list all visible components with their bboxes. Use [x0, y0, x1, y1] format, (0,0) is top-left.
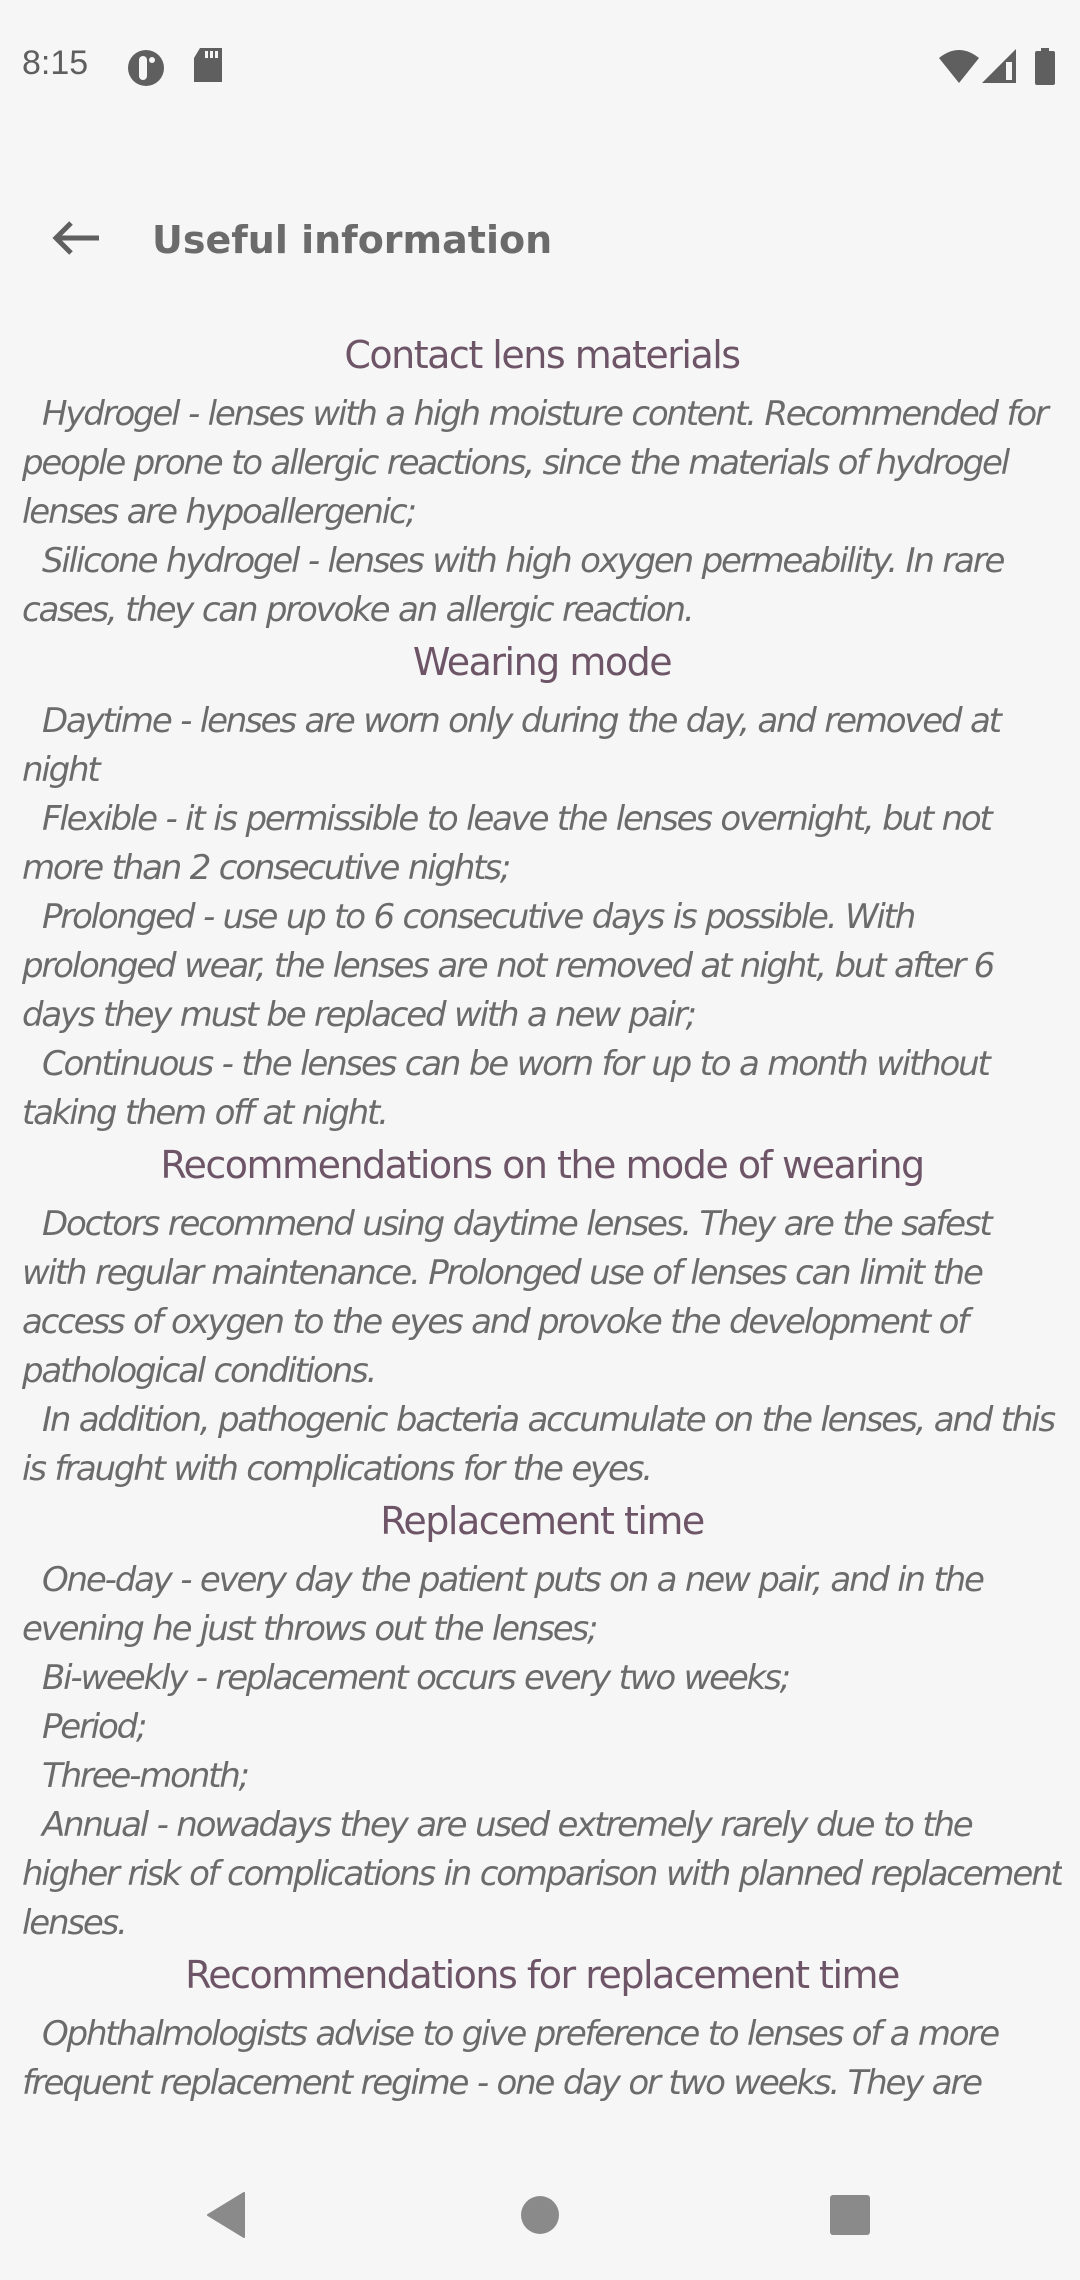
- section-wearing-recommendations: Recommendations on the mode of wearing D…: [22, 1138, 1062, 1494]
- data-saver-icon: [126, 48, 166, 92]
- nav-back-icon: [206, 2192, 246, 2242]
- app-bar: Useful information: [0, 190, 1080, 300]
- nav-home-icon: [520, 2195, 560, 2239]
- section-materials: Contact lens materials Hydrogel - lenses…: [22, 328, 1062, 635]
- paragraph: Continuous - the lenses can be worn for …: [22, 1044, 991, 1133]
- paragraph: Period;: [42, 1707, 147, 1747]
- section-title: Recommendations on the mode of wearing: [160, 1143, 925, 1187]
- section-title: Recommendations for replacement time: [185, 1953, 900, 1997]
- paragraph: Three-month;: [42, 1756, 250, 1796]
- wifi-icon: [938, 48, 980, 88]
- paragraph: Doctors recommend using daytime lenses. …: [22, 1204, 993, 1391]
- status-bar: 8:15: [0, 0, 1080, 135]
- paragraph: One-day - every day the patient puts on …: [22, 1560, 985, 1649]
- status-time: 8:15: [22, 44, 89, 82]
- paragraph: Flexible - it is permissible to leave th…: [22, 799, 993, 888]
- paragraph: Annual - nowadays they are used extremel…: [22, 1805, 1062, 1943]
- nav-home-button[interactable]: [510, 2187, 570, 2247]
- paragraph: In addition, pathogenic bacteria accumul…: [22, 1400, 1056, 1489]
- section-title: Replacement time: [380, 1499, 705, 1543]
- nav-recents-button[interactable]: [820, 2187, 880, 2247]
- cell-signal-icon: [982, 48, 1018, 88]
- section-replacement-time: Replacement time One-day - every day the…: [22, 1494, 1062, 1948]
- sd-card-icon: [192, 48, 224, 88]
- paragraph: Silicone hydrogel - lenses with high oxy…: [22, 541, 1005, 630]
- navigation-bar: [0, 2147, 1080, 2280]
- section-replacement-recommendations: Recommendations for replacement time Oph…: [22, 1948, 1062, 2108]
- section-wearing-mode: Wearing mode Daytime - lenses are worn o…: [22, 635, 1062, 1138]
- arrow-left-icon: [51, 220, 101, 260]
- back-button[interactable]: [36, 210, 116, 270]
- page-title: Useful information: [152, 218, 553, 262]
- paragraph: Prolonged - use up to 6 consecutive days…: [22, 897, 995, 1035]
- section-title: Contact lens materials: [344, 333, 741, 377]
- paragraph: Daytime - lenses are worn only during th…: [22, 701, 1002, 790]
- paragraph: Hydrogel - lenses with a high moisture c…: [22, 394, 1049, 532]
- section-title: Wearing mode: [412, 640, 673, 684]
- paragraph: Bi-weekly - replacement occurs every two…: [42, 1658, 791, 1698]
- battery-icon: [1034, 48, 1056, 90]
- nav-recents-icon: [829, 2194, 871, 2240]
- paragraph: Ophthalmologists advise to give preferen…: [22, 2014, 1000, 2103]
- info-content[interactable]: Contact lens materials Hydrogel - lenses…: [22, 328, 1062, 2147]
- nav-back-button[interactable]: [196, 2187, 256, 2247]
